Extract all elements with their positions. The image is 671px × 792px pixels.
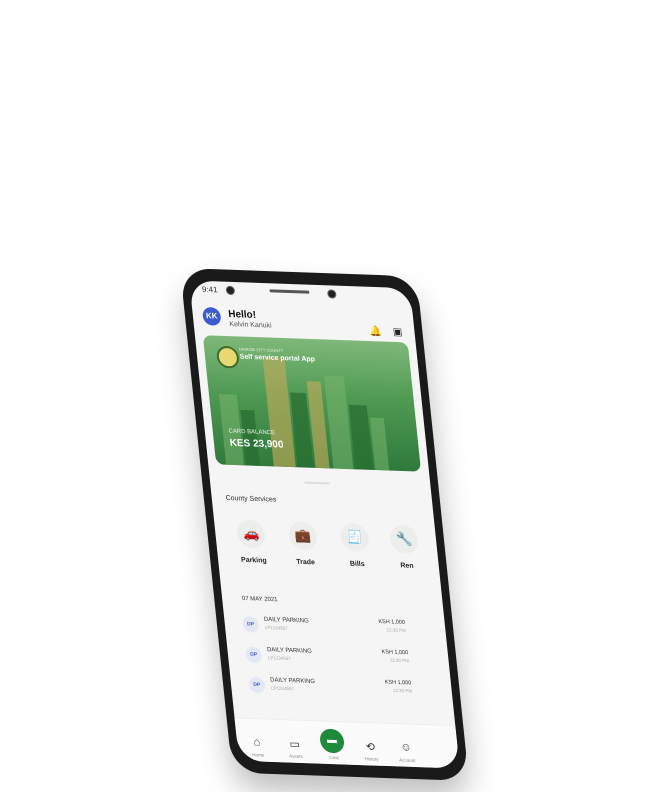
briefcase-icon: 💼 [287,521,319,551]
service-label: Trade [295,558,316,567]
service-bills[interactable]: 🧾 Bills [331,523,380,575]
transaction-amount: KSH 1,000 [381,649,409,657]
skyline-building [369,417,390,471]
nav-account[interactable]: ☺ Account [388,741,426,763]
county-logo [215,345,240,369]
service-label: Bills [349,560,366,569]
transaction-name: DAILY PARKING [266,647,313,655]
transaction-ref: LP1234567 [267,655,292,662]
speaker-grille [269,289,310,294]
user-name: Kelvin Kariuki [229,321,273,330]
service-rent[interactable]: 🔧 Ren [381,524,430,576]
phone-frame: 9:41 KK Hello! Kelvin Kariuki 🔔 ▣ NAIROB… [180,268,469,781]
status-bar: 9:41 [189,280,411,300]
transaction-amount: KSH 1,000 [384,679,412,687]
transaction-amount: KSH 1,000 [378,618,406,626]
nav-label: Home [251,752,265,758]
section-title: County Services [225,494,277,504]
card-org: NAIROBI CITY COUNTY [238,346,284,354]
transaction-time: 12:30 PM [386,627,407,633]
nav-history[interactable]: ⟲ History [352,740,390,762]
nav-label: Card [328,754,339,761]
avatar[interactable]: KK [201,306,222,326]
service-parking[interactable]: 🚗 Parking [228,519,277,571]
car-icon: 🚗 [235,519,267,549]
nav-assets[interactable]: ▭ Assets [276,737,314,759]
home-icon: ⌂ [252,736,261,749]
service-label: Ren [400,562,415,570]
bottom-nav: ⌂ Home ▭ Assets ▬ Card ⟲ History ☺ Accou… [234,717,460,769]
card-title: Self service portal App [239,353,316,364]
transaction-badge: DP [241,616,260,633]
camera-icon [225,285,236,296]
transaction-name: DAILY PARKING [269,677,316,686]
receipt-icon: 🧾 [339,523,370,553]
stage: 9:41 KK Hello! Kelvin Kariuki 🔔 ▣ NAIROB… [0,0,671,792]
transaction-ref: LP1234567 [270,685,295,692]
skyline-building [323,375,354,470]
transaction-time: 12:30 PM [389,657,410,664]
transaction-time: 12:30 PM [392,687,413,694]
qr-scan-icon[interactable]: ▣ [390,327,405,342]
phone-screen: 9:41 KK Hello! Kelvin Kariuki 🔔 ▣ NAIROB… [189,280,460,769]
transaction-name: DAILY PARKING [263,616,310,625]
balance-card[interactable]: NAIROBI CITY COUNTY Self service portal … [202,335,422,472]
transactions-date: 07 MAY 2021 [241,595,278,604]
nav-label: Account [398,757,416,764]
skyline-tower [262,357,296,468]
folder-icon: ▭ [288,738,301,751]
transaction-row[interactable]: DP DAILY PARKING LP1234567 KSH 1,000 12:… [244,644,416,672]
transaction-row[interactable]: DP DAILY PARKING LP1234567 KSH 1,000 12:… [248,675,419,703]
nav-home[interactable]: ⌂ Home [238,736,276,758]
bell-icon[interactable]: 🔔 [368,326,383,341]
services-row: 🚗 Parking 💼 Trade 🧾 Bills 🔧 Ren [228,519,460,578]
nav-label: Assets [288,753,303,760]
history-icon: ⟲ [365,741,376,754]
transaction-badge: DP [244,646,263,664]
transaction-row[interactable]: DP DAILY PARKING LP1234567 KSH 1,000 12:… [241,614,413,642]
sheet-handle[interactable] [304,481,331,485]
balance-value: KES 23,900 [229,437,285,451]
nav-card[interactable]: ▬ Card [313,728,352,761]
card-icon: ▬ [318,728,346,754]
nav-label: History [364,756,379,762]
greeting-text: Hello! [227,308,257,321]
user-icon: ☺ [399,741,413,754]
service-trade[interactable]: 💼 Trade [280,521,329,573]
front-camera-icon [326,289,337,299]
service-label: Parking [240,556,268,565]
transaction-ref: LP1234567 [264,624,288,631]
header-actions: 🔔 ▣ [363,321,405,342]
wrench-icon: 🔧 [388,524,420,555]
status-time: 9:41 [201,284,218,295]
transaction-badge: DP [248,676,266,694]
